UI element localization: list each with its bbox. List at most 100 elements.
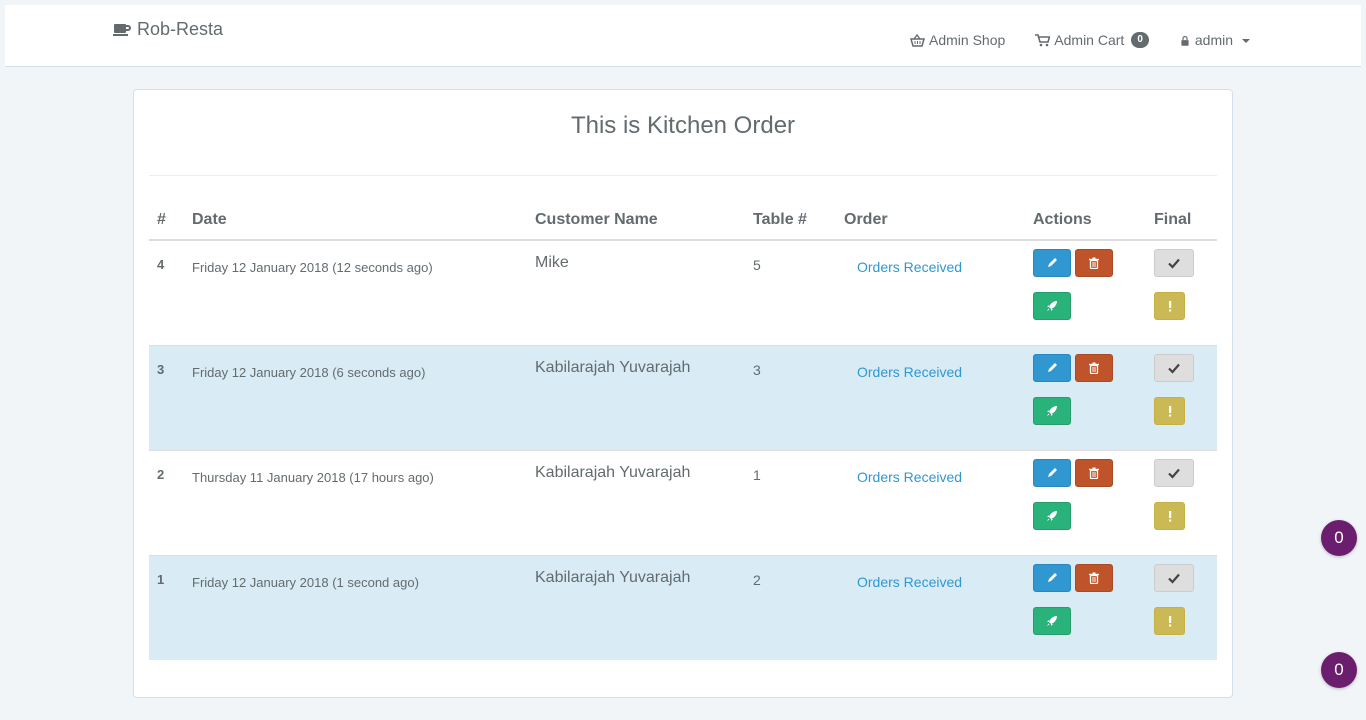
row-actions: [1025, 449, 1146, 555]
header-num: #: [149, 200, 184, 241]
header-table: Table #: [745, 200, 836, 241]
admin-shop-label: Admin Shop: [929, 32, 1006, 48]
notification-bubble-2[interactable]: 0: [1321, 652, 1357, 688]
rocket-icon: [1046, 300, 1058, 312]
rocket-icon: [1046, 405, 1058, 417]
cart-icon: [1035, 33, 1051, 46]
row-table-number: 5: [753, 257, 761, 273]
user-name: admin: [1194, 32, 1234, 48]
complete-button[interactable]: [1154, 353, 1194, 382]
dispatch-button[interactable]: [1033, 501, 1071, 530]
admin-cart-label: Admin Cart: [1054, 32, 1125, 48]
row-customer: Mike: [535, 254, 569, 271]
check-icon: [1168, 572, 1180, 584]
header-date: Date: [184, 200, 527, 241]
table-header-row: # Date Customer Name Table # Order Actio…: [149, 200, 1217, 241]
trash-icon: [1088, 467, 1100, 479]
row-customer: Kabilarajah Yuvarajah: [527, 554, 745, 660]
lock-icon: [1181, 35, 1189, 46]
order-status-link[interactable]: Orders Received: [857, 469, 962, 485]
pencil-icon: [1046, 467, 1058, 479]
row-date: Friday 12 January 2018 (12 seconds ago): [192, 260, 433, 275]
pencil-icon: [1046, 362, 1058, 374]
row-number: 1: [149, 554, 184, 660]
panel-heading: This is Kitchen Order: [149, 90, 1217, 176]
row-table-number: 3: [745, 344, 836, 450]
alert-button[interactable]: [1154, 292, 1185, 320]
dispatch-button[interactable]: [1033, 396, 1071, 425]
kitchen-order-panel: This is Kitchen Order # Date Customer Na…: [133, 89, 1233, 698]
basket-icon: [910, 33, 925, 47]
brand-name: Rob-Resta: [137, 19, 224, 39]
page-title: This is Kitchen Order: [570, 112, 796, 139]
exclamation-icon: [1164, 405, 1176, 417]
delete-button[interactable]: [1075, 249, 1113, 277]
rocket-icon: [1046, 615, 1058, 627]
header-order: Order: [836, 200, 1025, 241]
row-date: Thursday 11 January 2018 (17 hours ago): [184, 449, 527, 555]
brand-link[interactable]: Rob-Resta: [113, 19, 223, 40]
rocket-icon: [1046, 510, 1058, 522]
check-icon: [1168, 467, 1180, 479]
order-status-link[interactable]: Orders Received: [857, 364, 962, 380]
check-icon: [1168, 257, 1180, 269]
row-table-number: 2: [745, 554, 836, 660]
row-date: Friday 12 January 2018 (6 seconds ago): [184, 344, 527, 450]
pencil-icon: [1046, 572, 1058, 584]
table-row: 2 Thursday 11 January 2018 (17 hours ago…: [149, 449, 1217, 555]
delete-button[interactable]: [1075, 353, 1113, 382]
dispatch-button[interactable]: [1033, 292, 1071, 320]
coffee-icon: [113, 23, 131, 36]
complete-button[interactable]: [1154, 563, 1194, 592]
pencil-icon: [1046, 257, 1058, 269]
header-final: Final: [1146, 200, 1217, 241]
exclamation-icon: [1164, 510, 1176, 522]
edit-button[interactable]: [1033, 353, 1071, 382]
table-row: 1 Friday 12 January 2018 (1 second ago) …: [149, 554, 1217, 660]
notification-bubble[interactable]: 0: [1321, 520, 1357, 556]
row-number: 2: [149, 449, 184, 555]
row-customer: Kabilarajah Yuvarajah: [527, 449, 745, 555]
complete-button[interactable]: [1154, 458, 1194, 487]
edit-button[interactable]: [1033, 249, 1071, 277]
cart-count-badge: 0: [1131, 32, 1149, 48]
chevron-down-icon: [1242, 39, 1251, 43]
delete-button[interactable]: [1075, 563, 1113, 592]
row-final: [1146, 344, 1217, 450]
row-date: Friday 12 January 2018 (1 second ago): [184, 554, 527, 660]
dispatch-button[interactable]: [1033, 606, 1071, 635]
navbar: Rob-Resta Admin Shop Admin Cart 0 admin: [5, 5, 1361, 67]
row-actions: [1025, 554, 1146, 660]
alert-button[interactable]: [1154, 396, 1185, 425]
table-row: 3 Friday 12 January 2018 (6 seconds ago)…: [149, 344, 1217, 450]
row-final: [1146, 449, 1217, 555]
alert-button[interactable]: [1154, 606, 1185, 635]
row-final: [1146, 554, 1217, 660]
exclamation-icon: [1164, 615, 1176, 627]
row-number: 3: [149, 344, 184, 450]
delete-button[interactable]: [1075, 458, 1113, 487]
header-actions: Actions: [1025, 200, 1146, 241]
orders-table: # Date Customer Name Table # Order Actio…: [149, 200, 1217, 660]
check-icon: [1168, 362, 1180, 374]
exclamation-icon: [1164, 300, 1176, 312]
table-row: 4 Friday 12 January 2018 (12 seconds ago…: [149, 240, 1217, 345]
trash-icon: [1088, 572, 1100, 584]
row-actions: [1025, 344, 1146, 450]
complete-button[interactable]: [1154, 249, 1194, 277]
order-status-link[interactable]: Orders Received: [857, 574, 962, 590]
row-actions: [1025, 240, 1146, 345]
trash-icon: [1088, 257, 1100, 269]
admin-shop-link[interactable]: Admin Shop: [910, 32, 1005, 48]
row-number: 4: [157, 257, 165, 272]
row-customer: Kabilarajah Yuvarajah: [527, 344, 745, 450]
edit-button[interactable]: [1033, 563, 1071, 592]
row-final: [1146, 240, 1217, 345]
admin-cart-link[interactable]: Admin Cart 0: [1035, 32, 1149, 48]
user-menu-dropdown[interactable]: admin: [1179, 32, 1251, 48]
order-status-link[interactable]: Orders Received: [857, 259, 962, 275]
header-customer: Customer Name: [527, 200, 745, 241]
edit-button[interactable]: [1033, 458, 1071, 487]
alert-button[interactable]: [1154, 501, 1185, 530]
trash-icon: [1088, 362, 1100, 374]
